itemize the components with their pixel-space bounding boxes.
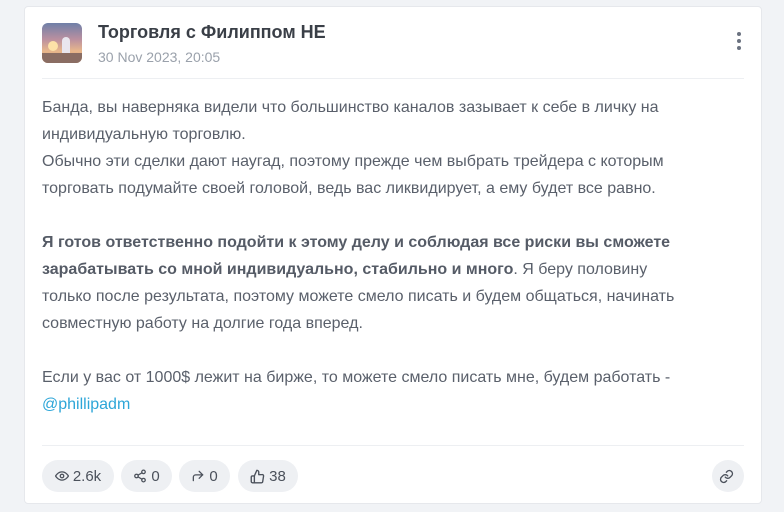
bold-text: зарабатывать со мной индивидуально, стаб… <box>42 261 514 278</box>
channel-name[interactable]: Торговля с Филиппом НЕ <box>98 22 326 43</box>
post-text: Банда, вы наверняка видели что большинст… <box>42 94 752 418</box>
post-card: Торговля с Филиппом НЕ 30 Nov 2023, 20:0… <box>24 6 762 504</box>
link-icon <box>719 469 733 483</box>
avatar-ground-graphic <box>42 53 82 63</box>
text-line: @phillipadm <box>42 391 752 418</box>
text-line: Я готов ответственно подойти к этому дел… <box>42 229 752 256</box>
text-line: Обычно эти сделки дают наугад, поэтому п… <box>42 153 664 170</box>
text-span: . Я беру половину <box>513 261 648 278</box>
thumbs-up-icon <box>250 469 265 483</box>
mention-link[interactable]: @phillipadm <box>42 396 130 413</box>
text-line: только после результата, поэтому можете … <box>42 288 675 305</box>
footer-divider <box>42 445 744 446</box>
shares-count: 0 <box>151 467 160 485</box>
post-header: Торговля с Филиппом НЕ 30 Nov 2023, 20:0… <box>25 7 761 79</box>
more-vertical-icon[interactable] <box>729 29 749 57</box>
shares-counter[interactable]: 0 <box>121 460 172 492</box>
reactions-counter[interactable]: 38 <box>238 460 298 492</box>
text-line: Банда, вы наверняка видели что большинст… <box>42 99 659 116</box>
forward-icon <box>193 470 204 482</box>
forwards-count: 0 <box>209 467 218 485</box>
post-footer: 2.6k 0 0 38 <box>42 460 744 492</box>
views-count: 2.6k <box>72 467 102 485</box>
channel-avatar[interactable] <box>42 23 82 63</box>
views-counter: 2.6k <box>42 460 114 492</box>
post-date: 30 Nov 2023, 20:05 <box>98 49 221 65</box>
text-line: Если у вас от 1000$ лежит на бирже, то м… <box>42 369 671 386</box>
share-icon <box>134 469 147 483</box>
forwards-counter[interactable]: 0 <box>179 460 230 492</box>
text-line: индивидуальную торговлю. <box>42 126 246 143</box>
eye-icon <box>54 471 69 481</box>
bold-text: Я готов ответственно подойти к этому дел… <box>42 234 671 251</box>
text-line: совместную работу на долгие года вперед. <box>42 315 363 332</box>
avatar-sun-graphic <box>48 41 58 51</box>
copy-link-button[interactable] <box>712 460 744 492</box>
header-divider <box>42 78 744 79</box>
text-line: зарабатывать со мной индивидуально, стаб… <box>42 256 752 283</box>
text-line: торговать подумайте своей головой, ведь … <box>42 180 656 197</box>
reactions-count: 38 <box>269 467 286 485</box>
